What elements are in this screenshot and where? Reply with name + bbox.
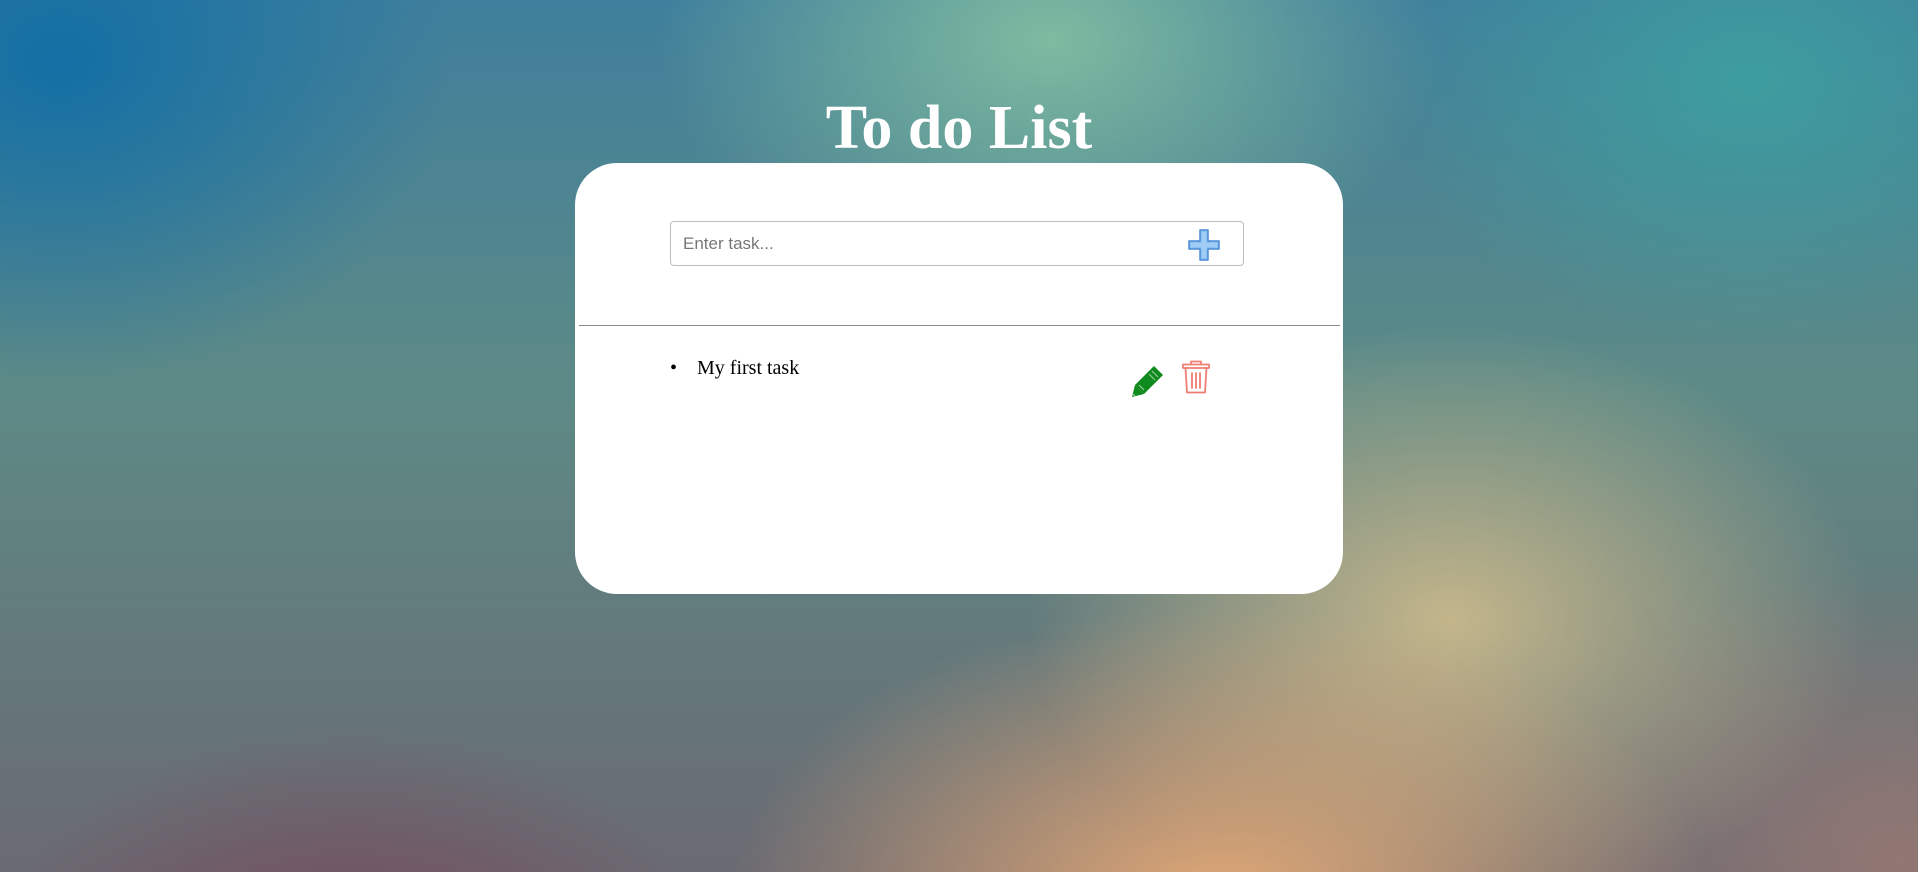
plus-icon bbox=[1188, 229, 1220, 261]
edit-task-button[interactable] bbox=[1130, 363, 1166, 399]
trash-icon bbox=[1182, 360, 1210, 394]
task-input[interactable] bbox=[671, 222, 1171, 265]
add-task-button[interactable] bbox=[1187, 228, 1221, 262]
divider bbox=[579, 325, 1340, 326]
list-bullet: • bbox=[670, 357, 678, 379]
page-title: To do List bbox=[825, 94, 1093, 162]
task-text: My first task bbox=[697, 357, 800, 379]
task-input-row bbox=[670, 221, 1244, 266]
pencil-icon bbox=[1132, 366, 1163, 397]
todo-card: • My first task bbox=[575, 163, 1343, 594]
task-item: • My first task bbox=[670, 353, 1244, 413]
task-list: • My first task bbox=[670, 353, 1244, 413]
delete-task-button[interactable] bbox=[1180, 359, 1212, 395]
